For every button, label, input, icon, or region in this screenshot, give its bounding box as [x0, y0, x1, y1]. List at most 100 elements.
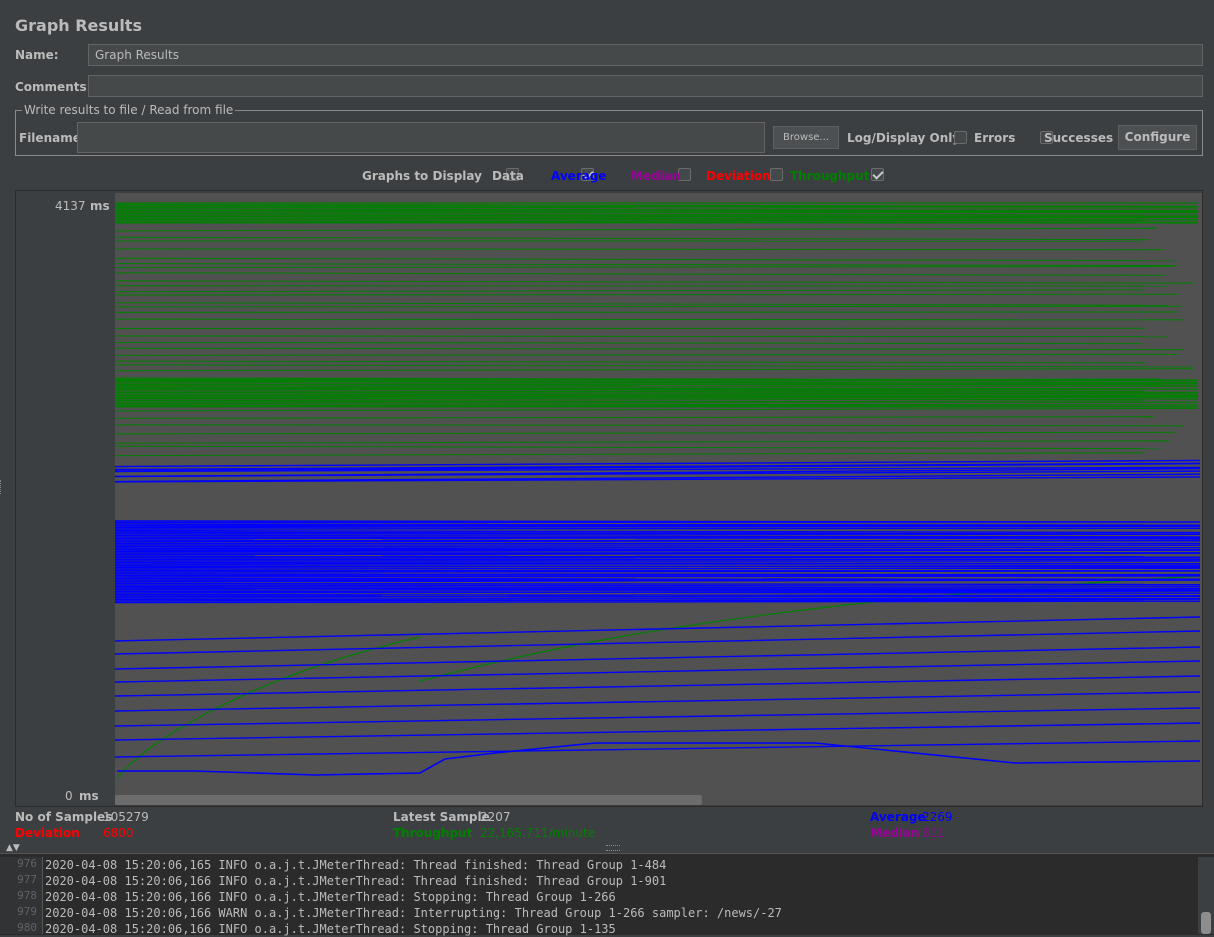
throughput-trace: [115, 258, 1176, 260]
average-trace: [115, 692, 1200, 711]
throughput-trace: [115, 365, 1193, 367]
log-line-number: 980: [1, 921, 37, 934]
throughput-trace: [115, 425, 1184, 426]
average-trace: [115, 460, 1200, 466]
average-trace: [115, 564, 1200, 565]
throughput-trace: [115, 404, 1198, 405]
data-toggle-label: Data: [492, 169, 524, 183]
throughput-trace: [115, 342, 1142, 343]
log-line-text: 2020-04-08 15:20:06,166 WARN o.a.j.t.JMe…: [45, 905, 782, 921]
log-display-label: Log/Display Only:: [847, 131, 965, 145]
log-line-text: 2020-04-08 15:20:06,166 INFO o.a.j.t.JMe…: [45, 921, 616, 937]
graphs-to-display-label: Graphs to Display: [362, 169, 482, 183]
deviation-toggle-label: Deviation: [706, 169, 771, 183]
throughput-trace: [115, 249, 1163, 250]
average-trace: [115, 617, 1200, 641]
throughput-trace: [115, 319, 1184, 320]
successes-label: Successes: [1044, 131, 1113, 145]
average-trace: [115, 534, 1200, 535]
throughput-trace: [115, 446, 1160, 448]
throughput-trace: [115, 348, 1183, 349]
throughput-trace: [115, 237, 1150, 240]
throughput-label: Throughput: [393, 826, 472, 840]
average-trace: [115, 568, 1200, 569]
average-trace: [115, 598, 1200, 599]
response-time-graph: [115, 193, 1202, 805]
log-line-number: 978: [1, 889, 37, 902]
average-trace: [115, 723, 1200, 740]
throughput-trace: [115, 408, 1198, 411]
y-max-unit: ms: [90, 199, 110, 213]
throughput-trace: [115, 336, 1167, 337]
latest-sample-label: Latest Sample: [393, 810, 490, 824]
throughput-trace: [115, 369, 1193, 371]
throughput-trace: [115, 417, 1154, 419]
log-line-number: 976: [1, 857, 37, 870]
file-section-legend: Write results to file / Read from file: [22, 103, 235, 117]
throughput-trace: [115, 228, 1157, 231]
average-trace: [115, 522, 1200, 523]
left-splitter-grip-icon[interactable]: [0, 480, 4, 494]
average-trace: [115, 528, 1200, 529]
median-value: 811: [922, 826, 945, 840]
y-max-label: 4137: [55, 199, 86, 213]
name-field[interactable]: Graph Results: [88, 44, 1203, 66]
throughput-trace: [115, 388, 1198, 389]
throughput-trace: [115, 306, 1181, 307]
throughput-trace: [115, 264, 1178, 266]
deviation-value: 6800: [103, 826, 134, 840]
throughput-ramp-trace: [117, 576, 1200, 778]
throughput-trace: [115, 361, 1145, 363]
throughput-trace: [115, 290, 1143, 292]
deviation-label: Deviation: [15, 826, 80, 840]
panel-title: Graph Results: [15, 16, 142, 35]
filename-field[interactable]: [77, 122, 765, 153]
y-min-label: 0: [65, 789, 73, 803]
log-line-text: 2020-04-08 15:20:06,166 INFO o.a.j.t.JMe…: [45, 873, 666, 889]
deviation-toggle-checkbox[interactable]: [770, 168, 783, 181]
throughput-lines: [115, 203, 1200, 778]
log-line-text: 2020-04-08 15:20:06,166 INFO o.a.j.t.JMe…: [45, 889, 616, 905]
average-label: Average: [870, 810, 926, 824]
average-toggle-label: Average: [551, 169, 607, 183]
latest-sample-value: 2207: [480, 810, 511, 824]
throughput-trace: [115, 383, 1198, 384]
comments-label: Comments:: [15, 80, 91, 94]
throughput-toggle-checkbox[interactable]: [871, 168, 884, 181]
average-trace: [115, 595, 1200, 596]
collapse-arrows-icon[interactable]: ▲▼: [6, 844, 20, 853]
throughput-trace: [115, 206, 1198, 207]
throughput-trace: [115, 354, 1178, 355]
log-scrollbar-thumb[interactable]: [1201, 912, 1211, 934]
samples-value: 105279: [103, 810, 149, 824]
throughput-trace: [115, 281, 1194, 283]
y-min-unit: ms: [79, 789, 99, 803]
median-toggle-label: Median: [631, 169, 680, 183]
comments-field[interactable]: [88, 75, 1203, 97]
splitter-grip-icon[interactable]: [606, 845, 620, 851]
configure-button[interactable]: Configure: [1118, 125, 1197, 150]
throughput-toggle-label: Throughput: [790, 169, 869, 183]
throughput-trace: [115, 212, 1198, 213]
average-trace: [115, 583, 1200, 584]
average-trace: [115, 575, 1200, 576]
throughput-trace: [115, 273, 1165, 276]
throughput-value: 22,165.711/minute: [480, 826, 595, 840]
throughput-trace: [115, 432, 1176, 434]
name-label: Name:: [15, 48, 59, 62]
errors-checkbox[interactable]: [954, 131, 967, 144]
log-line-number: 977: [1, 873, 37, 886]
average-lines: [115, 460, 1200, 775]
average-trace: [115, 590, 1200, 591]
graph-horizontal-scrollbar[interactable]: [115, 795, 702, 805]
average-trace: [115, 576, 1200, 577]
log-line-text: 2020-04-08 15:20:06,165 INFO o.a.j.t.JMe…: [45, 857, 666, 873]
average-trace: [115, 547, 1200, 548]
median-label: Median: [870, 826, 919, 840]
average-baseline-trace: [117, 743, 1200, 775]
browse-button[interactable]: Browse...: [773, 126, 839, 149]
average-trace: [115, 585, 1200, 586]
average-trace: [115, 708, 1200, 726]
throughput-trace: [115, 266, 1172, 267]
average-trace: [115, 579, 1200, 580]
